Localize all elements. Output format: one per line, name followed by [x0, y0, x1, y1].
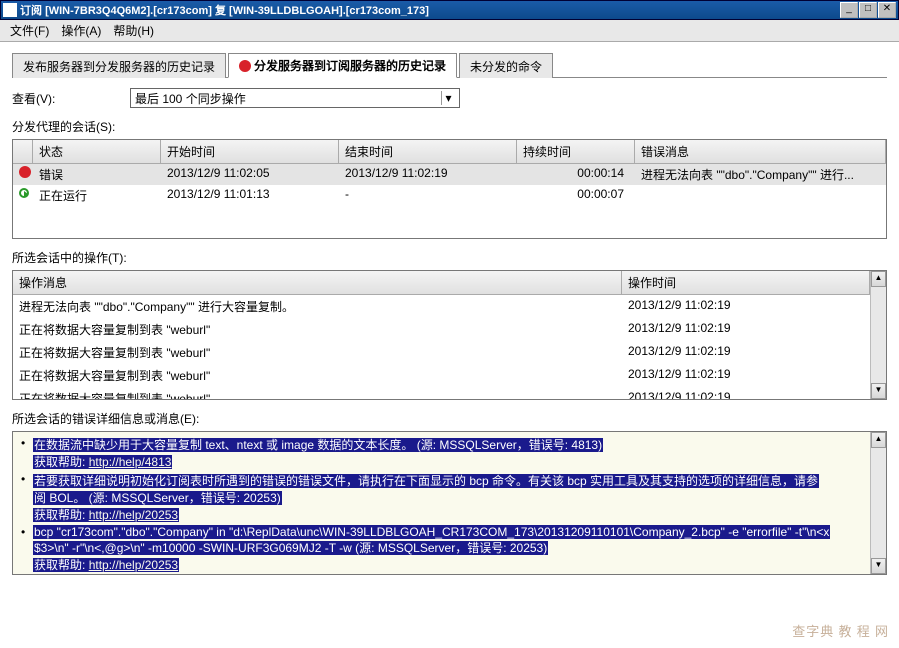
error-item: 若要获取详细说明初始化订阅表时所遇到的错误的错误文件，请执行在下面显示的 bcp…: [15, 472, 868, 523]
view-dropdown[interactable]: 最后 100 个同步操作 ▾: [130, 88, 460, 108]
scrollbar[interactable]: ▲ ▼: [870, 432, 886, 574]
error-item: 在数据流中缺少用于大容量复制 text、ntext 或 image 数据的文本长…: [15, 436, 868, 470]
error-item: bcp "cr173com"."dbo"."Company" in "d:\Re…: [15, 525, 868, 573]
operations-grid: 操作消息 操作时间 进程无法向表 ""dbo"."Company"" 进行大容量…: [12, 270, 887, 400]
tab-undistributed[interactable]: 未分发的命令: [459, 53, 553, 78]
scroll-down-button[interactable]: ▼: [871, 558, 886, 574]
menu-help[interactable]: 帮助(H): [107, 21, 160, 40]
help-link[interactable]: http://help/4813: [89, 455, 172, 469]
scroll-track[interactable]: [871, 448, 886, 558]
scrollbar[interactable]: ▲ ▼: [870, 271, 886, 399]
maximize-button[interactable]: □: [859, 2, 877, 18]
operation-row[interactable]: 正在将数据大容量复制到表 "weburl"2013/12/9 11:02:19: [13, 387, 870, 399]
error-icon: [19, 166, 31, 178]
col-status[interactable]: 状态: [33, 140, 161, 163]
error-text[interactable]: 在数据流中缺少用于大容量复制 text、ntext 或 image 数据的文本长…: [13, 432, 870, 574]
view-label: 查看(V):: [12, 90, 130, 107]
tab-publisher-history[interactable]: 发布服务器到分发服务器的历史记录: [12, 53, 226, 78]
scroll-up-button[interactable]: ▲: [871, 432, 886, 448]
menu-bar: 文件(F) 操作(A) 帮助(H): [0, 20, 899, 42]
col-start-time[interactable]: 开始时间: [161, 140, 339, 163]
session-row[interactable]: 正在运行 2013/12/9 11:01:13 - 00:00:07: [13, 185, 886, 206]
error-detail-box: 在数据流中缺少用于大容量复制 text、ntext 或 image 数据的文本长…: [12, 431, 887, 575]
tab-label: 分发服务器到订阅服务器的历史记录: [254, 57, 446, 74]
tab-distributor-history[interactable]: 分发服务器到订阅服务器的历史记录: [228, 53, 457, 78]
sessions-header: 状态 开始时间 结束时间 持续时间 错误消息: [13, 140, 886, 164]
help-link[interactable]: http://help/20253: [89, 558, 178, 572]
title-bar: 订阅 [WIN-7BR3Q4Q6M2].[cr173com] 复 [WIN-39…: [0, 0, 899, 20]
col-error-msg[interactable]: 错误消息: [635, 140, 886, 163]
chevron-down-icon: ▾: [441, 91, 455, 105]
scroll-down-button[interactable]: ▼: [871, 383, 886, 399]
menu-action[interactable]: 操作(A): [55, 21, 107, 40]
error-detail-label: 所选会话的错误详细信息或消息(E):: [12, 410, 887, 427]
tab-strip: 发布服务器到分发服务器的历史记录 分发服务器到订阅服务器的历史记录 未分发的命令: [12, 52, 887, 78]
operation-row[interactable]: 正在将数据大容量复制到表 "weburl"2013/12/9 11:02:19: [13, 318, 870, 341]
col-duration[interactable]: 持续时间: [517, 140, 635, 163]
sessions-label: 分发代理的会话(S):: [12, 118, 887, 135]
col-end-time[interactable]: 结束时间: [339, 140, 517, 163]
operation-row[interactable]: 正在将数据大容量复制到表 "weburl"2013/12/9 11:02:19: [13, 341, 870, 364]
operation-row[interactable]: 进程无法向表 ""dbo"."Company"" 进行大容量复制。2013/12…: [13, 295, 870, 318]
session-row[interactable]: 错误 2013/12/9 11:02:05 2013/12/9 11:02:19…: [13, 164, 886, 185]
window-controls: _ □ ✕: [839, 2, 896, 18]
running-icon: [19, 188, 29, 198]
scroll-up-button[interactable]: ▲: [871, 271, 886, 287]
menu-file[interactable]: 文件(F): [4, 21, 55, 40]
app-icon: [3, 3, 17, 17]
sessions-grid: 状态 开始时间 结束时间 持续时间 错误消息 错误 2013/12/9 11:0…: [12, 139, 887, 239]
help-link[interactable]: http://help/20253: [89, 508, 178, 522]
scroll-track[interactable]: [871, 287, 886, 383]
close-button[interactable]: ✕: [878, 2, 896, 18]
col-op-time[interactable]: 操作时间: [622, 271, 870, 294]
watermark: 查字典 教 程 网: [792, 621, 889, 640]
error-icon: [239, 60, 251, 72]
ops-label: 所选会话中的操作(T):: [12, 249, 887, 266]
operation-row[interactable]: 正在将数据大容量复制到表 "weburl"2013/12/9 11:02:19: [13, 364, 870, 387]
minimize-button[interactable]: _: [840, 2, 858, 18]
dropdown-value: 最后 100 个同步操作: [135, 90, 246, 107]
col-op-msg[interactable]: 操作消息: [13, 271, 622, 294]
window-title: 订阅 [WIN-7BR3Q4Q6M2].[cr173com] 复 [WIN-39…: [20, 2, 839, 18]
